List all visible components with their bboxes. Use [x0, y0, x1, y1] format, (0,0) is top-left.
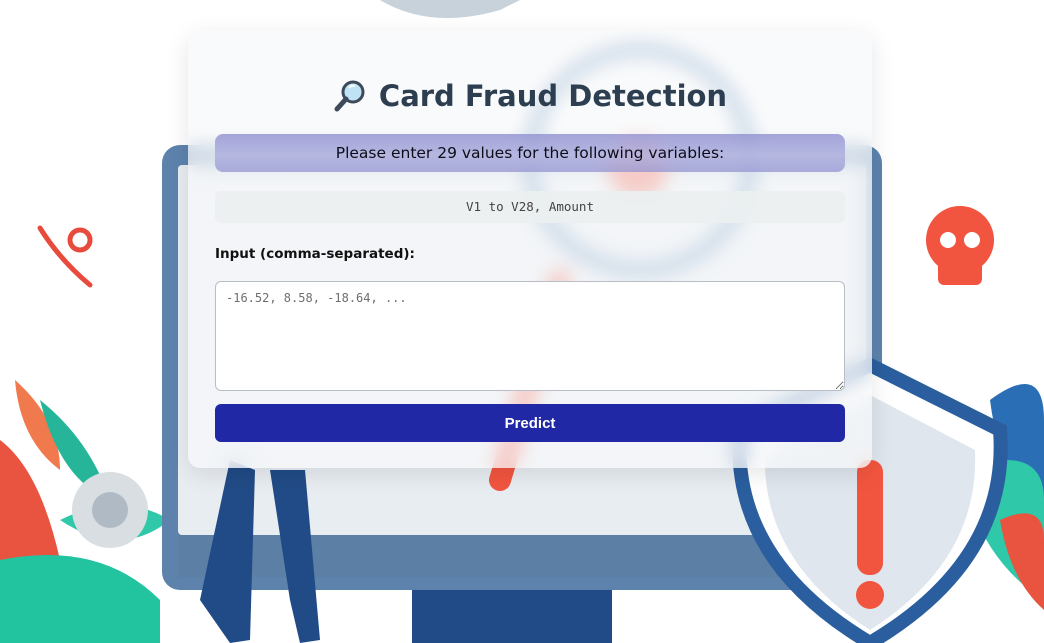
input-label: Input (comma-separated): — [215, 246, 415, 262]
gear-icon — [72, 472, 148, 548]
top-swoosh-decoration — [380, 0, 520, 18]
values-input[interactable] — [215, 281, 845, 391]
predict-button[interactable]: Predict — [215, 404, 845, 442]
page-title-text: Card Fraud Detection — [378, 79, 728, 113]
variable-list: V1 to V28, Amount — [215, 191, 845, 223]
skull-icon — [926, 206, 994, 285]
magnifying-glass-icon — [334, 80, 365, 112]
instruction-banner: Please enter 29 values for the following… — [215, 134, 845, 172]
hook-icon — [37, 225, 93, 288]
page-title: Card Fraud Detection — [215, 78, 845, 114]
fraud-detection-card: Card Fraud Detection Please enter 29 val… — [188, 30, 872, 468]
